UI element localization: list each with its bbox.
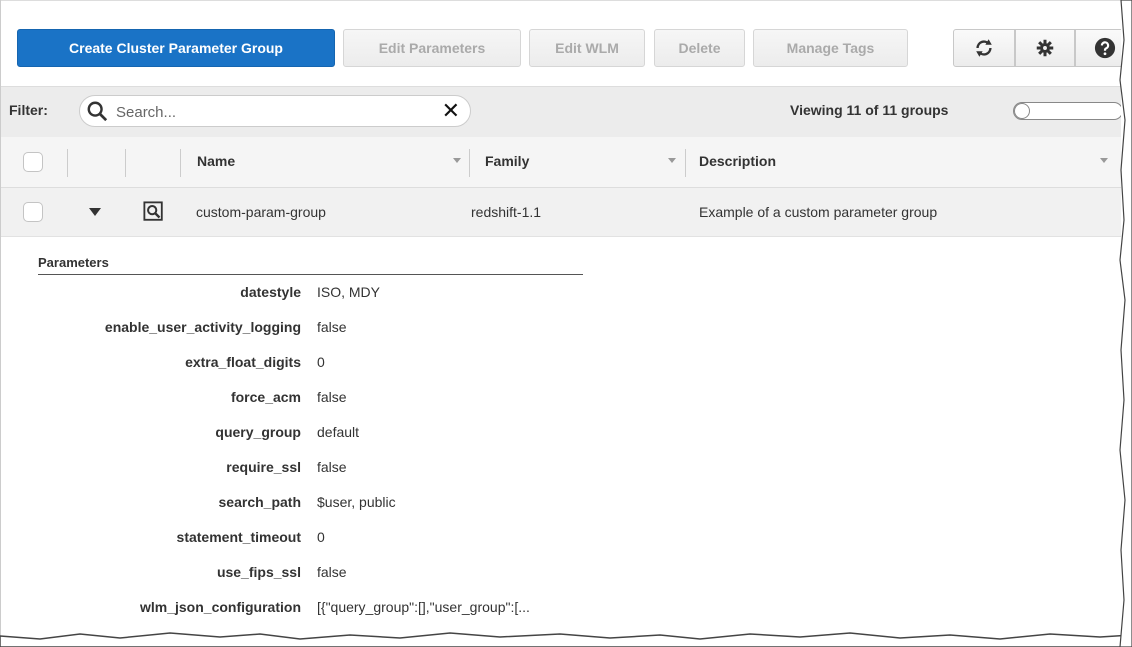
create-cluster-parameter-group-button[interactable]: Create Cluster Parameter Group — [17, 29, 335, 67]
row-description: Example of a custom parameter group — [699, 204, 938, 220]
edit-parameters-button[interactable]: Edit Parameters — [343, 29, 521, 67]
parameter-groups-panel: Create Cluster Parameter Group Edit Para… — [0, 0, 1121, 640]
settings-button[interactable] — [1015, 29, 1075, 67]
search-box[interactable]: ✕ — [79, 95, 471, 127]
details-toggle[interactable] — [1013, 102, 1121, 120]
row-checkbox[interactable] — [23, 202, 43, 222]
sort-caret-icon[interactable] — [453, 158, 461, 163]
table-row[interactable]: custom-param-group redshift-1.1 Example … — [1, 188, 1121, 237]
row-family: redshift-1.1 — [471, 204, 542, 220]
param-value: $user, public — [317, 494, 396, 510]
manage-tags-button[interactable]: Manage Tags — [753, 29, 908, 67]
param-key: force_acm — [230, 389, 301, 405]
column-header-description[interactable]: Description — [699, 153, 776, 169]
filter-label: Filter: — [9, 102, 48, 118]
gear-icon — [1036, 39, 1054, 57]
param-value: ISO, MDY — [317, 284, 381, 300]
heading-divider — [38, 274, 583, 275]
torn-edge-right — [1119, 0, 1132, 647]
param-key: extra_float_digits — [185, 354, 301, 370]
parameters-heading: Parameters — [38, 255, 109, 270]
param-key: datestyle — [240, 284, 301, 300]
param-key: statement_timeout — [176, 529, 301, 545]
edit-wlm-button[interactable]: Edit WLM — [529, 29, 645, 67]
refresh-button[interactable] — [953, 29, 1015, 67]
delete-button[interactable]: Delete — [654, 29, 745, 67]
param-key: wlm_json_configuration — [139, 599, 301, 615]
help-icon — [1094, 37, 1116, 59]
row-name: custom-param-group — [196, 204, 326, 220]
column-header-family[interactable]: Family — [485, 153, 529, 169]
collapse-row-icon[interactable] — [89, 208, 101, 216]
toggle-knob — [1014, 103, 1030, 119]
param-key: query_group — [215, 424, 301, 440]
view-details-icon[interactable] — [143, 201, 165, 223]
sort-caret-icon[interactable] — [1100, 158, 1108, 163]
column-header-name[interactable]: Name — [197, 153, 235, 169]
param-key: use_fips_ssl — [216, 564, 301, 580]
sort-caret-icon[interactable] — [668, 158, 676, 163]
parameter-details: Parameters datestyle ISO, MDY enable_use… — [1, 237, 1121, 640]
column-divider — [685, 149, 686, 177]
param-value: false — [317, 389, 347, 405]
column-divider — [67, 149, 68, 177]
param-value: false — [317, 319, 347, 335]
torn-edge-bottom — [0, 632, 1132, 647]
toolbar: Create Cluster Parameter Group Edit Para… — [1, 0, 1121, 87]
viewing-count: Viewing 11 of 11 groups — [790, 102, 949, 118]
column-divider — [469, 149, 470, 177]
select-all-checkbox[interactable] — [23, 152, 43, 172]
table-header: Name Family Description — [1, 137, 1121, 188]
param-key: enable_user_activity_logging — [104, 319, 301, 335]
help-button[interactable] — [1075, 29, 1121, 67]
column-divider — [180, 149, 181, 177]
clear-search-icon[interactable]: ✕ — [442, 100, 460, 122]
param-key: require_ssl — [226, 459, 301, 475]
search-icon — [87, 101, 108, 122]
column-divider — [125, 149, 126, 177]
param-value: 0 — [317, 354, 325, 370]
param-value: default — [317, 424, 360, 440]
param-key: search_path — [218, 494, 301, 510]
param-value: false — [317, 564, 347, 580]
search-input[interactable] — [114, 101, 438, 123]
filter-bar: Filter: ✕ Viewing 11 of 11 groups — [1, 86, 1121, 138]
param-value: 0 — [317, 529, 325, 545]
param-value: [{"query_group":[],"user_group":[... — [317, 599, 530, 615]
refresh-icon — [976, 39, 992, 57]
param-value: false — [317, 459, 347, 475]
